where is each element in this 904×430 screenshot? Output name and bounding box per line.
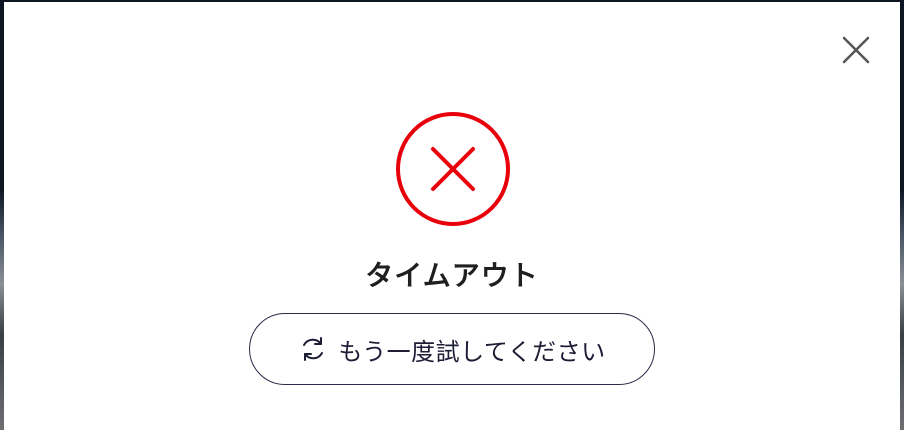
dialog-title: タイムアウト <box>365 259 539 292</box>
error-circle-x-icon <box>394 110 512 228</box>
retry-button[interactable]: もう一度試してください <box>249 313 655 385</box>
refresh-icon <box>298 334 328 364</box>
timeout-dialog: タイムアウト もう一度試してください <box>4 2 900 430</box>
close-button[interactable] <box>838 32 874 68</box>
close-icon <box>842 36 870 64</box>
retry-button-label: もう一度試してください <box>338 337 606 366</box>
